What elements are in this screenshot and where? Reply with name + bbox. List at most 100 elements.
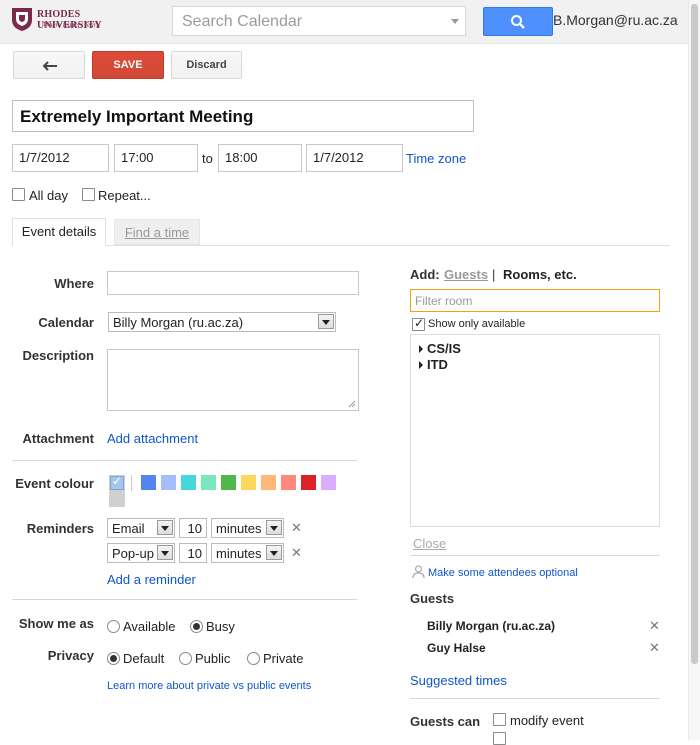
public-radio[interactable] <box>179 652 192 665</box>
calendar-select-value: Billy Morgan (ru.ac.za) <box>113 315 244 330</box>
description-label: Description <box>22 348 94 363</box>
colour-swatch[interactable] <box>161 475 176 490</box>
tab-event-details[interactable]: Event details <box>12 218 106 246</box>
modify-event-checkbox[interactable] <box>493 713 506 726</box>
start-date-input[interactable]: 1/7/2012 <box>12 144 109 172</box>
section-divider <box>12 599 357 600</box>
chevron-down-icon <box>318 314 334 329</box>
calendar-select[interactable]: Billy Morgan (ru.ac.za) <box>108 312 336 332</box>
colour-swatch[interactable] <box>181 475 196 490</box>
close-link[interactable]: Close <box>413 536 446 551</box>
busy-radio[interactable] <box>190 620 203 633</box>
expand-triangle-icon <box>419 345 423 353</box>
description-textarea[interactable] <box>107 349 359 411</box>
expand-triangle-icon <box>419 361 423 369</box>
reminder-unit-select[interactable]: minutes <box>211 543 284 563</box>
start-time-input[interactable]: 17:00 <box>114 144 198 172</box>
back-button[interactable] <box>13 51 85 79</box>
all-day-label: All day <box>29 188 69 203</box>
reminder-method-select[interactable]: Pop-up <box>107 543 175 563</box>
default-privacy-radio[interactable] <box>107 652 120 665</box>
search-icon <box>511 15 525 29</box>
back-arrow-icon <box>42 61 57 71</box>
filter-room-input[interactable]: Filter room <box>410 289 660 312</box>
colour-swatch[interactable] <box>141 475 156 490</box>
event-title-input[interactable]: Extremely Important Meeting <box>12 100 474 132</box>
room-name: ITD <box>427 357 448 372</box>
end-date-input[interactable]: 1/7/2012 <box>306 144 403 172</box>
colour-swatch[interactable] <box>201 475 216 490</box>
reminder-unit-value: minutes <box>216 521 262 536</box>
resize-handle-icon[interactable] <box>348 400 356 408</box>
modify-event-label: modify event <box>510 713 584 728</box>
event-colour-label: Event colour <box>15 476 94 491</box>
remove-guest-icon[interactable]: ✕ <box>649 640 660 656</box>
reminder-amount-input[interactable]: 10 <box>179 543 207 563</box>
guest-name: Guy Halse <box>427 641 486 655</box>
reminder-method-select[interactable]: Email <box>107 518 175 538</box>
private-radio[interactable] <box>247 652 260 665</box>
search-input[interactable]: Search Calendar <box>172 6 466 36</box>
end-time-input[interactable]: 18:00 <box>218 144 302 172</box>
default-colour-fill: ✓ <box>110 474 124 490</box>
selected-check-icon: ✓ <box>112 474 123 488</box>
default-colour-swatch[interactable]: ✓ <box>109 474 125 507</box>
room-name: CS/IS <box>427 341 461 356</box>
remove-reminder-icon[interactable]: ✕ <box>291 545 302 561</box>
colour-swatch[interactable] <box>281 475 296 490</box>
tab-divider <box>12 245 670 246</box>
chevron-down-icon <box>157 545 173 560</box>
chevron-down-icon <box>157 520 173 535</box>
repeat-checkbox[interactable] <box>82 188 95 201</box>
search-button[interactable] <box>483 7 553 36</box>
search-options-caret-icon[interactable] <box>451 19 459 24</box>
add-attachment-link[interactable]: Add attachment <box>107 431 198 446</box>
university-logo[interactable]: RHODES UNIVERSITY Where leaders learn <box>10 6 122 32</box>
suggested-times-link[interactable]: Suggested times <box>410 673 507 688</box>
to-label: to <box>202 151 213 166</box>
available-label: Available <box>123 619 176 634</box>
tab-rooms[interactable]: Rooms, etc. <box>503 267 577 282</box>
tab-find-a-time[interactable]: Find a time <box>114 219 200 245</box>
guests-heading: Guests <box>410 591 455 606</box>
save-button[interactable]: SAVE <box>92 51 164 79</box>
reminder-unit-select[interactable]: minutes <box>211 518 284 538</box>
remove-guest-icon[interactable]: ✕ <box>649 618 660 634</box>
privacy-label: Privacy <box>47 648 94 663</box>
time-zone-link[interactable]: Time zone <box>406 151 466 166</box>
reminder-amount-input[interactable]: 10 <box>179 518 207 538</box>
reminder-unit-value: minutes <box>216 546 262 561</box>
attachment-label: Attachment <box>22 431 94 446</box>
all-day-checkbox[interactable] <box>12 188 25 201</box>
available-radio[interactable] <box>107 620 120 633</box>
colour-swatch[interactable] <box>321 475 336 490</box>
guests-permission-checkbox[interactable] <box>493 732 506 745</box>
scrollbar-thumb[interactable] <box>691 4 698 664</box>
discard-button[interactable]: Discard <box>171 51 242 79</box>
show-only-available-checkbox[interactable] <box>412 316 425 331</box>
colour-swatch[interactable] <box>261 475 276 490</box>
colour-swatch[interactable] <box>301 475 316 490</box>
where-input[interactable] <box>107 271 359 295</box>
guests-can-label: Guests can <box>410 714 481 729</box>
rooms-list: CS/IS ITD <box>410 334 660 527</box>
make-optional-link[interactable]: Make some attendees optional <box>428 567 578 579</box>
tab-separator: | <box>492 267 496 282</box>
private-label: Private <box>263 651 304 666</box>
show-me-as-label: Show me as <box>18 616 94 631</box>
reminders-label: Reminders <box>26 521 94 536</box>
crest-icon <box>12 8 32 31</box>
colour-swatches <box>141 475 341 491</box>
tab-guests[interactable]: Guests <box>444 267 488 282</box>
add-reminder-link[interactable]: Add a reminder <box>107 572 196 587</box>
remove-reminder-icon[interactable]: ✕ <box>291 520 302 536</box>
user-account[interactable]: B.Morgan@ru.ac.za <box>553 12 678 28</box>
swatch-separator <box>131 475 132 491</box>
repeat-label: Repeat... <box>98 188 151 203</box>
reminder-method-value: Email <box>112 521 145 536</box>
colour-swatch[interactable] <box>221 475 236 490</box>
guest-name: Billy Morgan (ru.ac.za) <box>427 619 556 633</box>
add-label: Add: <box>410 267 440 282</box>
privacy-help-link[interactable]: Learn more about private vs public event… <box>107 680 311 692</box>
colour-swatch[interactable] <box>241 475 256 490</box>
